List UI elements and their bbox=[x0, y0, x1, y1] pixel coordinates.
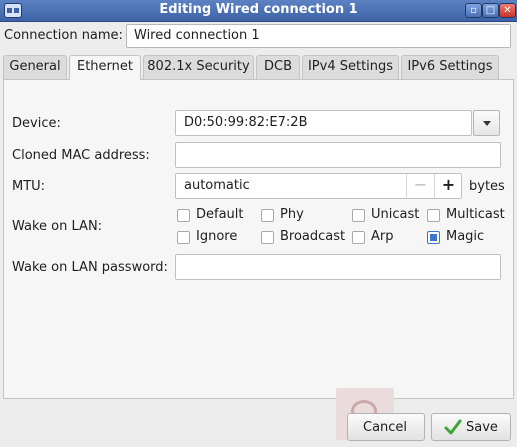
cloned-mac-label: Cloned MAC address: bbox=[12, 148, 150, 163]
cancel-button[interactable]: Cancel bbox=[347, 413, 425, 441]
wol-broadcast-label: Broadcast bbox=[280, 229, 346, 244]
wol-phy-label: Phy bbox=[280, 207, 304, 222]
title-bar: Editing Wired connection 1 ▫ □ ✕ bbox=[0, 0, 517, 22]
wol-phy-box[interactable] bbox=[261, 209, 274, 222]
close-icon[interactable]: ✕ bbox=[499, 3, 516, 18]
mtu-value[interactable]: automatic bbox=[184, 178, 250, 193]
connection-name-label: Connection name: bbox=[4, 28, 123, 43]
wol-magic-label: Magic bbox=[446, 229, 485, 244]
tab-ipv6-settings[interactable]: IPv6 Settings bbox=[401, 55, 499, 79]
tab-dcb[interactable]: DCB bbox=[256, 55, 300, 79]
wol-multicast-box[interactable] bbox=[427, 209, 440, 222]
wol-arp-box[interactable] bbox=[352, 231, 365, 244]
mtu-increment-button[interactable]: + bbox=[434, 174, 462, 198]
save-button[interactable]: Save bbox=[431, 413, 511, 441]
wol-unicast-box[interactable] bbox=[352, 209, 365, 222]
wol-default-box[interactable] bbox=[177, 209, 190, 222]
wol-default-label: Default bbox=[196, 207, 244, 222]
cancel-button-label: Cancel bbox=[363, 420, 408, 435]
tab-general[interactable]: General bbox=[3, 55, 67, 79]
mtu-decrement-button[interactable]: − bbox=[406, 174, 434, 198]
tab-ipv4-settings[interactable]: IPv4 Settings bbox=[302, 55, 399, 79]
wake-on-lan-label: Wake on LAN: bbox=[12, 219, 103, 234]
wol-broadcast-box[interactable] bbox=[261, 231, 274, 244]
wol-ignore-label: Ignore bbox=[196, 229, 238, 244]
maximize-icon[interactable]: □ bbox=[482, 3, 499, 18]
check-icon bbox=[444, 419, 462, 435]
mtu-unit-label: bytes bbox=[469, 179, 505, 194]
window-title: Editing Wired connection 1 bbox=[159, 2, 358, 17]
tab-8021x-security[interactable]: 802.1x Security bbox=[143, 55, 254, 79]
wol-unicast-label: Unicast bbox=[371, 207, 420, 222]
save-button-label: Save bbox=[466, 420, 498, 435]
wol-arp-label: Arp bbox=[371, 229, 394, 244]
minimize-icon[interactable]: ▫ bbox=[465, 3, 482, 18]
mtu-label: MTU: bbox=[12, 179, 46, 194]
connection-name-input[interactable]: Wired connection 1 bbox=[126, 24, 511, 48]
chevron-down-icon[interactable] bbox=[473, 110, 500, 136]
mtu-spinbox[interactable]: automatic − + bbox=[175, 173, 462, 199]
wol-multicast-label: Multicast bbox=[446, 207, 505, 222]
wol-ignore-box[interactable] bbox=[177, 231, 190, 244]
wol-password-label: Wake on LAN password: bbox=[12, 260, 168, 275]
tab-ethernet[interactable]: Ethernet bbox=[69, 55, 141, 80]
wol-password-input[interactable] bbox=[175, 254, 501, 280]
cloned-mac-input[interactable] bbox=[175, 142, 501, 168]
device-label: Device: bbox=[12, 116, 61, 131]
device-combo[interactable]: D0:50:99:82:E7:2B bbox=[175, 110, 472, 136]
wol-magic-box[interactable] bbox=[427, 231, 440, 244]
